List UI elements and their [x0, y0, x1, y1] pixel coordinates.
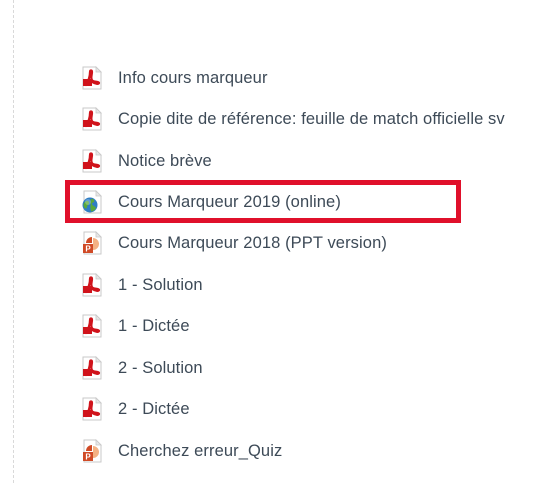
resource-label: Cherchez erreur_Quiz — [118, 442, 283, 460]
globe-link-icon — [80, 190, 104, 214]
pdf-icon — [80, 149, 104, 173]
svg-text:P: P — [85, 453, 91, 462]
resource-label: 2 - Dictée — [118, 400, 190, 418]
resource-label: Cours Marqueur 2019 (online) — [118, 193, 341, 211]
resource-label: Notice brève — [118, 152, 212, 170]
resource-list: Info cours marqueur Copie dite de référe… — [0, 0, 534, 483]
resource-label: Info cours marqueur — [118, 69, 268, 87]
resource-label: 1 - Dictée — [118, 317, 190, 335]
pdf-icon — [80, 356, 104, 380]
pdf-icon — [80, 397, 104, 421]
resource-item-2-dictee[interactable]: 2 - Dictée — [80, 394, 190, 424]
resource-item-cherchez-erreur-quiz[interactable]: P Cherchez erreur_Quiz — [80, 436, 282, 466]
pdf-icon — [80, 66, 104, 90]
resource-item-cours-marqueur-2018-ppt[interactable]: P Cours Marqueur 2018 (PPT version) — [80, 228, 387, 258]
pdf-icon — [80, 314, 104, 338]
svg-text:P: P — [85, 245, 91, 254]
resource-label: Copie dite de référence: feuille de matc… — [118, 110, 505, 128]
resource-label: 2 - Solution — [118, 359, 203, 377]
pdf-icon — [80, 273, 104, 297]
powerpoint-icon: P — [80, 231, 104, 255]
resource-item-copie-reference[interactable]: Copie dite de référence: feuille de matc… — [80, 104, 505, 134]
resource-label: Cours Marqueur 2018 (PPT version) — [118, 234, 387, 252]
pdf-icon — [80, 107, 104, 131]
resource-item-notice-breve[interactable]: Notice brève — [80, 146, 212, 176]
resource-item-cours-marqueur-2019-online[interactable]: Cours Marqueur 2019 (online) — [80, 187, 341, 217]
powerpoint-icon: P — [80, 439, 104, 463]
resource-item-info-cours-marqueur[interactable]: Info cours marqueur — [80, 63, 268, 93]
resource-label: 1 - Solution — [118, 276, 203, 294]
resource-item-1-solution[interactable]: 1 - Solution — [80, 270, 203, 300]
resource-item-2-solution[interactable]: 2 - Solution — [80, 353, 203, 383]
resource-item-1-dictee[interactable]: 1 - Dictée — [80, 311, 190, 341]
